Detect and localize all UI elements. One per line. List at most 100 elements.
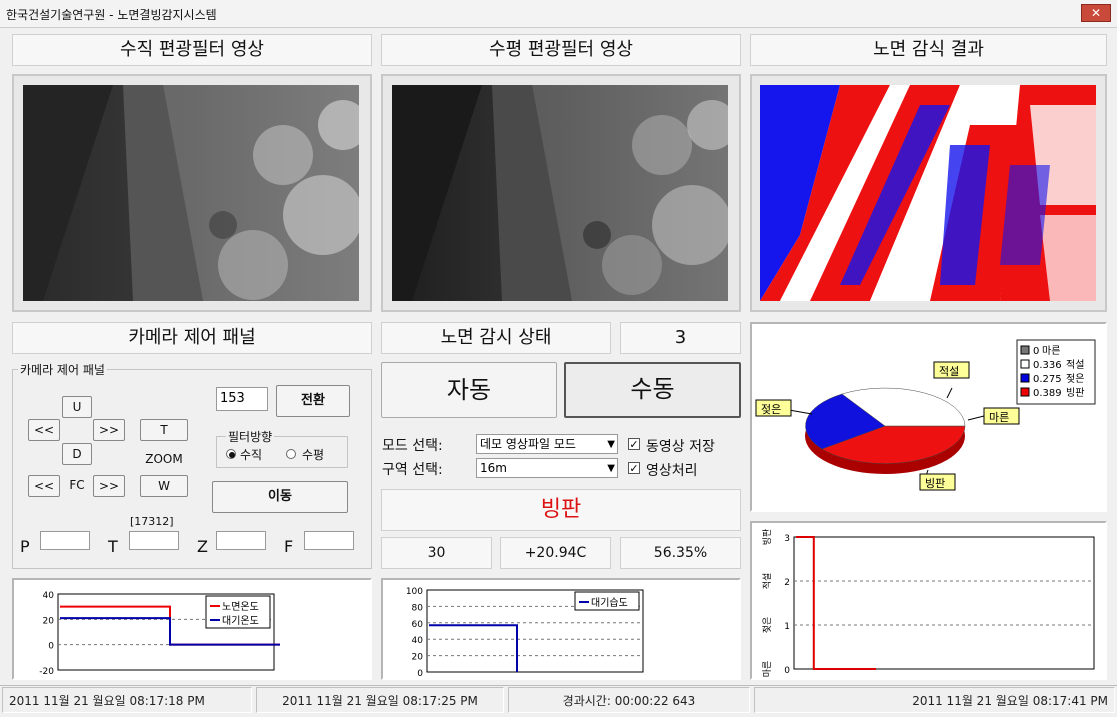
zoom-value-input[interactable] xyxy=(216,531,266,550)
t-readout: [17312] xyxy=(130,515,174,528)
y-tick-label: 3 xyxy=(784,534,790,544)
horizontal-image-frame xyxy=(381,74,741,312)
legend-value-ice: 0.389 xyxy=(1033,388,1062,399)
y-tick-label: -20 xyxy=(39,667,54,677)
focus-label: FC xyxy=(69,478,85,492)
preset-input[interactable]: 153 xyxy=(216,387,268,411)
y-tick-label: 20 xyxy=(412,653,424,663)
y-category-label: 젖은 xyxy=(761,617,773,634)
horizontal-filter-image xyxy=(392,85,728,301)
mode-label: 모드 선택: xyxy=(382,438,443,454)
monitor-status-header: 노면 감시 상태 xyxy=(381,322,611,354)
y-tick-label: 80 xyxy=(412,603,424,613)
pie-panel: 0 마른 0.336 적설 0.275 젖은 0.389 빙판 적설 젖은 마른… xyxy=(750,322,1107,512)
classification-frame xyxy=(750,74,1107,312)
legend-swatch-ice xyxy=(1020,387,1030,397)
tilt-label: T xyxy=(108,537,118,556)
legend-value-snow: 0.336 xyxy=(1033,360,1062,371)
y-tick-label: 2 xyxy=(784,578,790,588)
mode-select-value: 데모 영상파일 모드 xyxy=(480,437,576,451)
y-tick-label: 40 xyxy=(412,636,424,646)
pie-chart: 0 마른 0.336 적설 0.275 젖은 0.389 빙판 적설 젖은 마른… xyxy=(755,339,1096,491)
status-elapsed: 경과시간: 00:00:22 643 xyxy=(508,687,750,713)
legend-label: 대기온도 xyxy=(222,615,259,627)
status-start-time: 2011 11월 21 월요일 08:17:18 PM xyxy=(2,687,252,713)
zoom-wide-button[interactable]: W xyxy=(140,475,188,497)
road-state-chart-panel: 3 2 1 0 빙판적설젖은마른 xyxy=(750,521,1107,680)
pan-input[interactable] xyxy=(40,531,90,550)
plot-area xyxy=(793,536,1095,670)
result-label: 빙판 xyxy=(381,489,741,531)
y-category-label: 적설 xyxy=(761,573,773,590)
result-header: 노면 감식 결과 xyxy=(750,34,1107,66)
status-end-time: 2011 11월 21 월요일 08:17:41 PM xyxy=(754,687,1115,713)
callout-dry: 마른 xyxy=(989,411,1009,424)
zoom-value-label: Z xyxy=(197,537,208,556)
y-category-label: 마른 xyxy=(762,661,773,678)
image-processing-checkbox[interactable]: ✓ xyxy=(628,462,640,474)
legend-swatch-wet xyxy=(1020,373,1030,383)
humidity-chart: 100 80 60 40 20 0 대기습도 xyxy=(406,587,644,678)
readout-count: 30 xyxy=(381,537,492,569)
manual-button[interactable]: 수동 xyxy=(564,362,741,418)
zoom-tele-button[interactable]: T xyxy=(140,419,188,441)
tilt-input[interactable] xyxy=(129,531,179,550)
legend-label-snow: 적설 xyxy=(1066,359,1084,371)
humidity-chart-panel: 100 80 60 40 20 0 대기습도 xyxy=(381,578,741,680)
camera-panel-header: 카메라 제어 패널 xyxy=(12,322,372,354)
y-tick-label: 20 xyxy=(43,616,55,626)
right-button[interactable]: >> xyxy=(93,419,125,441)
image-processing-label: 영상처리 xyxy=(646,463,698,479)
focus-value-label: F xyxy=(284,537,294,556)
legend-label-dry: 마른 xyxy=(1042,345,1060,357)
pie-legend: 0 마른 0.336 적설 0.275 젖은 0.389 빙판 xyxy=(1016,339,1096,405)
y-category-label: 빙판 xyxy=(762,529,773,546)
readout-temperature: +20.94C xyxy=(500,537,611,569)
legend-label: 노면온도 xyxy=(222,601,259,613)
y-tick-label: 0 xyxy=(784,666,790,676)
up-button[interactable]: U xyxy=(62,396,92,418)
save-video-label: 동영상 저장 xyxy=(646,439,715,455)
focus-left-button[interactable]: << xyxy=(28,475,60,497)
legend-swatch-snow xyxy=(1020,359,1030,369)
filter-vertical-label: 수직 xyxy=(240,448,263,462)
move-button[interactable]: 이동 xyxy=(212,481,348,513)
zone-select[interactable]: 16m ▼ xyxy=(476,458,618,478)
camera-group-label: 카메라 제어 패널 xyxy=(18,361,107,378)
zone-label: 구역 선택: xyxy=(382,462,443,478)
down-button[interactable]: D xyxy=(62,443,92,465)
left-button[interactable]: << xyxy=(28,419,60,441)
legend-label-wet: 젖은 xyxy=(1066,373,1084,385)
focus-right-button[interactable]: >> xyxy=(93,475,125,497)
y-tick-label: 0 xyxy=(417,669,423,678)
save-video-checkbox[interactable]: ✓ xyxy=(628,438,640,450)
y-tick-label: 100 xyxy=(406,587,423,597)
status-current-time: 2011 11월 21 월요일 08:17:25 PM xyxy=(256,687,504,713)
y-tick-label: 0 xyxy=(48,642,54,652)
mode-select[interactable]: 데모 영상파일 모드 ▼ xyxy=(476,434,618,454)
y-tick-label: 40 xyxy=(43,591,55,601)
vertical-image-frame xyxy=(12,74,372,312)
window-title: 한국건설기술연구원 - 노면결빙감지시스템 xyxy=(6,8,217,22)
filter-horizontal-label: 수평 xyxy=(302,448,325,462)
focus-value-input[interactable] xyxy=(304,531,354,550)
switch-button[interactable]: 전환 xyxy=(276,385,350,417)
callout-wet: 젖은 xyxy=(761,403,781,416)
vertical-filter-image xyxy=(23,85,359,301)
road-state-chart: 3 2 1 0 빙판적설젖은마른 xyxy=(761,529,1095,678)
y-tick-label: 60 xyxy=(412,620,424,630)
temperature-chart-panel: 40 20 0 -20 노면온도대기온도 xyxy=(12,578,372,680)
filter-direction-label: 필터방향 xyxy=(226,428,275,445)
zone-select-value: 16m xyxy=(480,461,507,475)
pan-label: P xyxy=(20,537,30,556)
filter-vertical-radio[interactable] xyxy=(226,449,236,459)
vertical-filter-header: 수직 편광필터 영상 xyxy=(12,34,372,66)
auto-button[interactable]: 자동 xyxy=(381,362,557,418)
readout-humidity: 56.35% xyxy=(620,537,741,569)
chevron-down-icon: ▼ xyxy=(607,439,615,450)
legend-value-wet: 0.275 xyxy=(1033,374,1062,385)
close-button[interactable]: ✕ xyxy=(1081,4,1111,22)
y-tick-label: 1 xyxy=(784,622,790,632)
filter-horizontal-radio[interactable] xyxy=(286,449,296,459)
horizontal-filter-header: 수평 편광필터 영상 xyxy=(381,34,741,66)
